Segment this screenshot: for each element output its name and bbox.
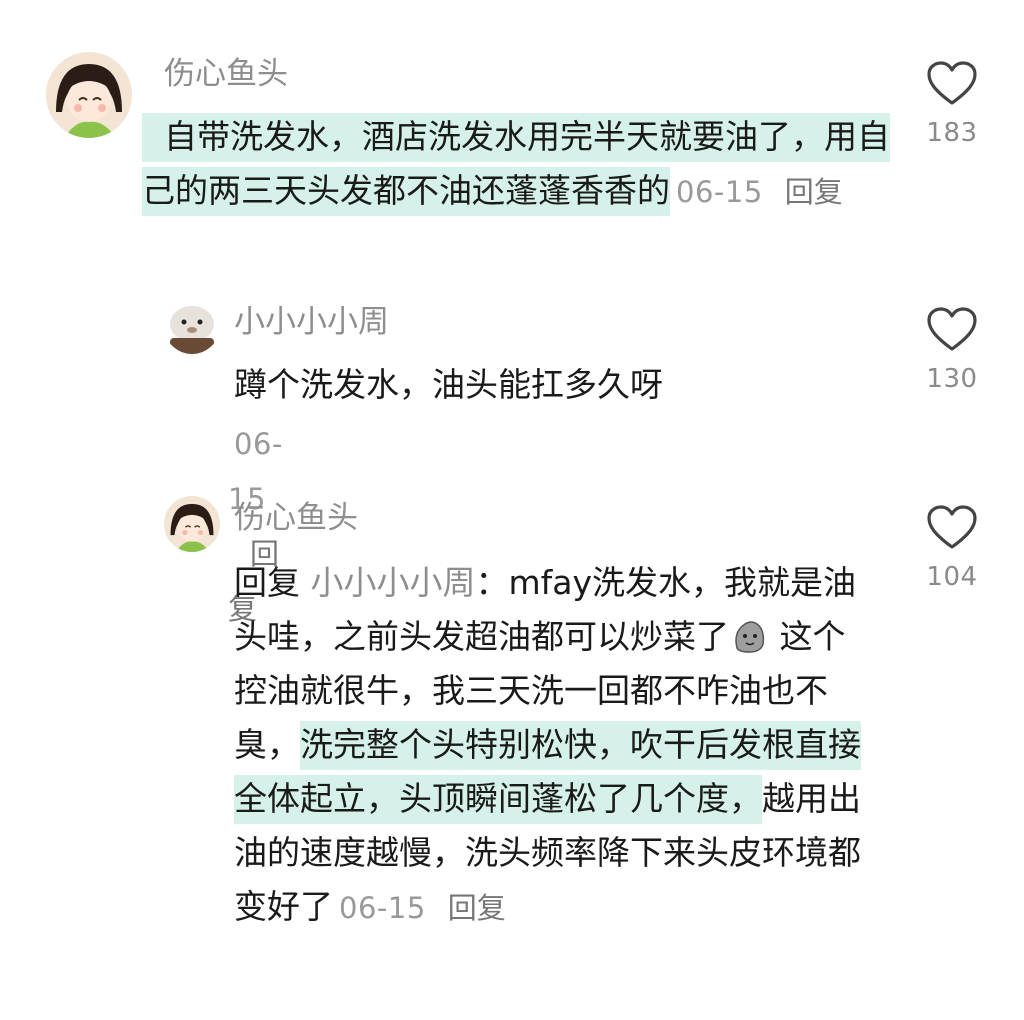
comment-text: 自带洗发水，酒店洗发水用完半天就要油了，用自己的两三天头发都不油还蓬蓬香香的 06… xyxy=(142,110,902,219)
comment-text: 蹲个洗发水，油头能扛多久呀 xyxy=(234,365,663,404)
comment-date: 06-15 xyxy=(339,891,426,925)
avatar[interactable] xyxy=(164,298,220,354)
username[interactable]: 伤心鱼头 xyxy=(234,498,358,538)
highlighted-text: 自带洗发水，酒店洗发水用完半天就要油了，用自己的两三天头发都不油还蓬蓬香香的 xyxy=(142,113,890,216)
avatar[interactable] xyxy=(46,52,132,138)
comment-text: 回复 小小小小周：mfay洗发水，我就是油头哇，之前头发超油都可以炒菜了 这个控… xyxy=(234,556,864,935)
like-count: 183 xyxy=(926,118,978,148)
blob-emoji-icon xyxy=(731,616,767,653)
avatar[interactable] xyxy=(164,496,220,552)
reply-button[interactable]: 回复 xyxy=(448,891,506,925)
like-button[interactable]: 183 xyxy=(922,60,982,148)
heart-outline-icon[interactable] xyxy=(926,306,978,352)
like-button[interactable]: 130 xyxy=(922,306,982,394)
like-button[interactable]: 104 xyxy=(922,504,982,592)
like-count: 104 xyxy=(926,562,978,592)
username[interactable]: 伤心鱼头 xyxy=(164,54,288,94)
username[interactable]: 小小小小周 xyxy=(234,302,389,342)
reply-button[interactable]: 回复 xyxy=(785,175,843,209)
comment-date: 06-15 xyxy=(676,175,763,209)
like-count: 130 xyxy=(926,364,978,394)
reply-to-user[interactable]: 小小小小周 xyxy=(311,563,476,602)
reply-prefix: 回复 xyxy=(234,563,300,602)
heart-outline-icon[interactable] xyxy=(926,504,978,550)
heart-outline-icon[interactable] xyxy=(926,60,978,106)
